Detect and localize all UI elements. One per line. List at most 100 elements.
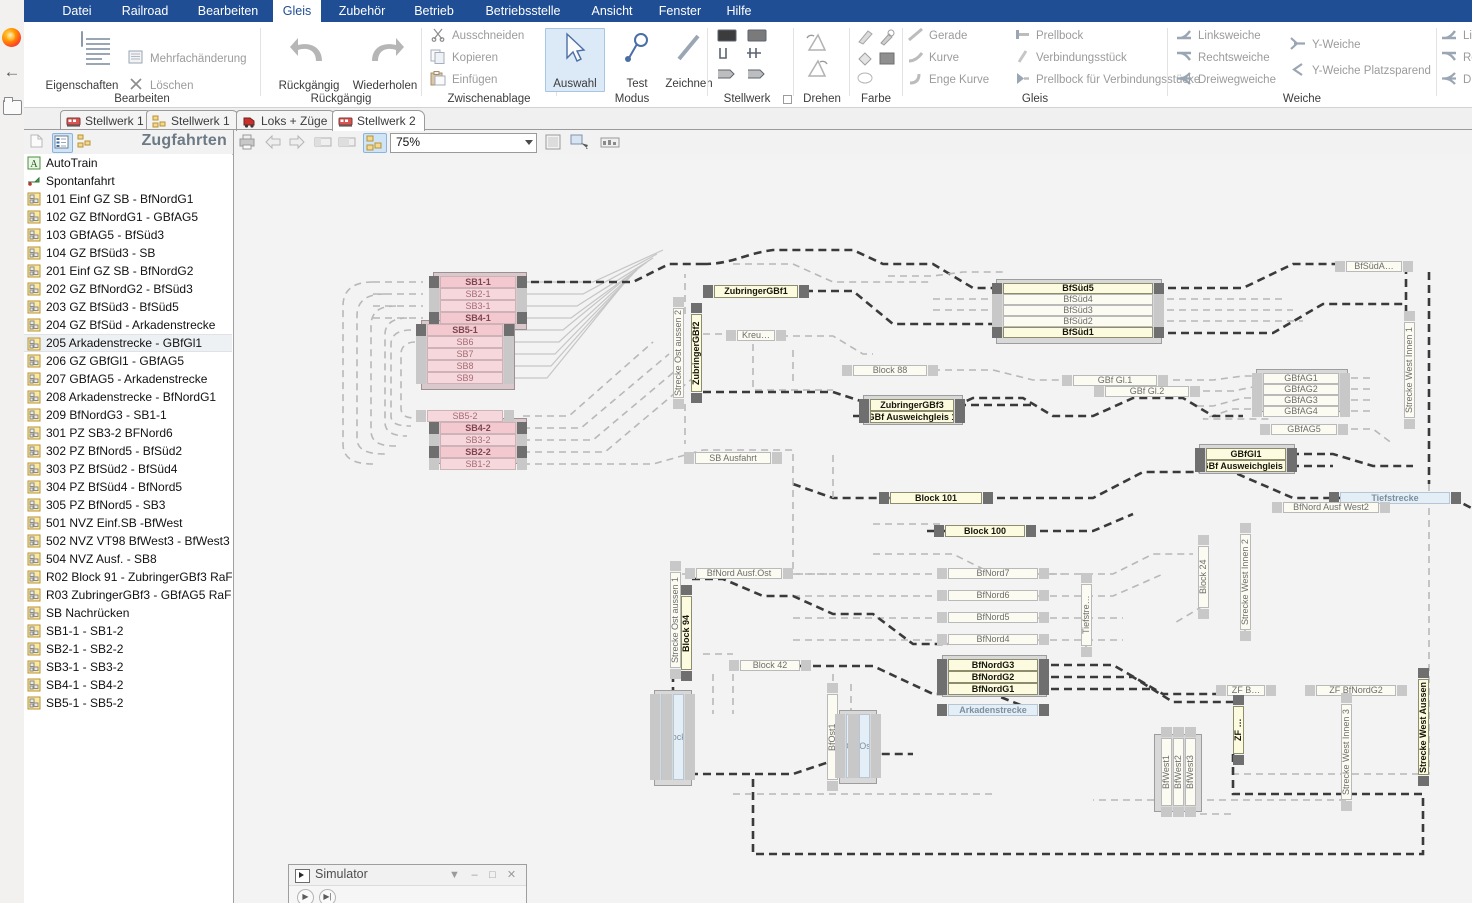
track-block-sb22[interactable]: SB2-2 [440, 446, 516, 458]
block-end-marker[interactable] [1338, 424, 1348, 435]
block-end-marker[interactable] [429, 446, 439, 458]
block-end-marker[interactable] [1403, 261, 1413, 272]
schedule-list-item[interactable]: 204 GZ BfSüd - Arkadenstrecke [24, 316, 232, 334]
properties-icon[interactable] [543, 133, 565, 151]
block-end-marker[interactable] [1252, 406, 1262, 417]
back-arrow-icon[interactable] [263, 133, 285, 151]
block-end-marker[interactable] [1039, 659, 1049, 671]
track-block-zubringergbf2[interactable]: ZubringerGBf2 [691, 314, 702, 392]
block-end-marker[interactable] [1252, 373, 1262, 384]
track-block-sb42[interactable]: SB4-2 [440, 422, 516, 434]
block-end-marker[interactable] [517, 276, 527, 288]
track-block-sb6[interactable]: SB6 [427, 336, 503, 348]
track-block-bfwest2[interactable]: BfWest2 [1173, 738, 1184, 806]
stellwerk-dialog-launcher[interactable] [783, 95, 792, 104]
document-tab-4[interactable]: Stellwerk 2 [332, 110, 425, 131]
track-block-sb21[interactable]: SB2-1 [440, 288, 516, 300]
menu-tab-zubeh-r[interactable]: Zubehör [327, 0, 397, 22]
block-end-marker[interactable] [504, 360, 514, 372]
track-block-sbausfahrt[interactable]: SB Ausfahrt [695, 452, 771, 464]
list-view-button[interactable] [52, 133, 73, 153]
block-end-marker[interactable] [937, 704, 947, 716]
block-end-marker[interactable] [937, 659, 947, 671]
track-block-sb11[interactable]: SB1-1 [440, 276, 516, 288]
rotate-right-icon[interactable] [805, 58, 831, 83]
turnout-left-button-2[interactable]: Linksw [1441, 27, 1472, 46]
block-end-marker[interactable] [1404, 311, 1415, 321]
turnout-y-button[interactable]: Y-Weiche [1290, 36, 1361, 55]
turnout-y-compact-button[interactable]: Y-Weiche Platzsparend [1290, 62, 1431, 81]
block-end-marker[interactable] [691, 393, 702, 403]
block-end-marker[interactable] [1216, 685, 1226, 696]
block-end-marker[interactable] [1418, 776, 1429, 786]
track-block-gbfausw2[interactable]: GBf Ausweichgleis 2 [1206, 460, 1286, 472]
block-end-marker[interactable] [937, 590, 947, 601]
block-end-marker[interactable] [1252, 384, 1262, 395]
chevron-down-icon[interactable] [525, 140, 533, 145]
turnout-right-button-2[interactable]: Rechts [1441, 49, 1472, 68]
track-block-bfnordausfwest2[interactable]: BfNord Ausf West2 [1283, 502, 1379, 513]
track-block-bfsued1[interactable]: BfSüd1 [1003, 327, 1153, 338]
undo-button[interactable]: Rückgängig [273, 34, 345, 92]
track-block-sb5[interactable]: SB5-1 [427, 324, 503, 336]
zoom-combobox[interactable]: 75% [390, 133, 537, 153]
block-end-marker[interactable] [879, 492, 889, 504]
block-end-marker[interactable] [650, 694, 660, 780]
track-block-streckeost1[interactable]: Strecke Ost aussen 1 [670, 572, 681, 668]
multi-change-button[interactable]: Mehrfachänderung [128, 50, 247, 69]
schedule-list-item[interactable]: 305 PZ BfNord5 - SB3 [24, 496, 232, 514]
block-end-marker[interactable] [983, 492, 993, 504]
eraser-icon[interactable] [856, 70, 874, 89]
track-block-sb31[interactable]: SB3-1 [440, 300, 516, 312]
schedule-list-item[interactable]: 501 NVZ Einf.SB -BfWest [24, 514, 232, 532]
block-end-marker[interactable] [1287, 460, 1297, 472]
block-end-marker[interactable] [1094, 386, 1104, 397]
block-end-marker[interactable] [1233, 755, 1244, 765]
track-block-zfbfnordg2[interactable]: ZF BfNordG2 [1316, 685, 1396, 696]
block-end-marker[interactable] [517, 300, 527, 312]
schedule-list-item[interactable]: Spontanfahrt [24, 172, 232, 190]
block-end-marker[interactable] [504, 410, 514, 422]
track-block-gbfag4[interactable]: GBfAG4 [1263, 406, 1339, 417]
track-block-zubringergbf1[interactable]: ZubringerGBf1 [714, 285, 798, 298]
track-block-bfnord5[interactable]: BfNord5 [948, 612, 1038, 623]
block-end-marker[interactable] [673, 297, 684, 307]
maximize-icon[interactable]: □ [485, 868, 500, 882]
block-end-marker[interactable] [827, 781, 838, 791]
turnout-left-button[interactable]: Linksweiche [1176, 27, 1261, 46]
block-end-marker[interactable] [801, 660, 811, 671]
block-end-marker[interactable] [429, 458, 439, 470]
back-arrow-icon[interactable]: ← [3, 63, 21, 81]
block-end-marker[interactable] [859, 411, 869, 423]
track-block-block94[interactable]: Block 94 [681, 596, 692, 670]
eyedropper-icon[interactable] [878, 28, 896, 49]
schedule-list-item[interactable]: 209 BfNordG3 - SB1-1 [24, 406, 232, 424]
properties-button[interactable]: Eigenschaften [46, 30, 118, 92]
menu-tab-fenster[interactable]: Fenster [649, 0, 711, 22]
track-block-bfnordg3[interactable]: BfNordG3 [948, 659, 1038, 671]
chevron-down-icon[interactable]: ▼ [447, 868, 462, 882]
block-end-marker[interactable] [416, 372, 426, 384]
track-block-kreuz1[interactable]: Kreu… [737, 330, 775, 341]
track-diagram-board[interactable]: .tl{fill:none;stroke:#b8b8b8;stroke-widt… [233, 154, 1472, 903]
track-block-streckewestaussen[interactable]: Strecke West Aussen [1418, 679, 1429, 775]
block-end-marker[interactable] [517, 446, 527, 458]
block-end-marker[interactable] [703, 285, 713, 298]
block-end-marker[interactable] [772, 452, 782, 464]
select-all-icon[interactable] [569, 133, 593, 151]
track-block-zubringergbf3[interactable]: ZubringerGBf3 [870, 399, 954, 411]
track-block-bfnordausfost[interactable]: BfNord Ausf.Ost [696, 568, 782, 579]
block-end-marker[interactable] [992, 316, 1002, 327]
block-end-marker[interactable] [673, 399, 684, 409]
block-end-marker[interactable] [416, 324, 426, 336]
schedule-list-item[interactable]: 103 GBfAG5 - BfSüd3 [24, 226, 232, 244]
menu-tab-railroad[interactable]: Railroad [109, 0, 181, 22]
menu-tab-betriebsstelle[interactable]: Betriebsstelle [471, 0, 575, 22]
track-buffer-button[interactable]: Prellbock [1014, 27, 1083, 46]
block-end-marker[interactable] [517, 458, 527, 470]
block-end-marker[interactable] [1240, 523, 1251, 533]
block-end-marker[interactable] [1260, 424, 1270, 435]
schedule-list-item[interactable]: 205 Arkadenstrecke - GBfGl1 [24, 334, 232, 352]
block-end-marker[interactable] [1198, 609, 1209, 619]
block-end-marker[interactable] [848, 714, 858, 778]
